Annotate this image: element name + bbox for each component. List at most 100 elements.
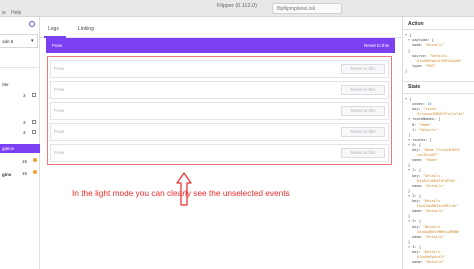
json-key: name: xyxy=(412,183,425,188)
json-line[interactable]: ▾ 2: { xyxy=(408,194,421,198)
json-line: key: "Details- xyxy=(412,199,442,203)
json-key: key: xyxy=(412,224,423,229)
flipper-window: w Help Flipper (0.112.0) flipflipmplaneL… xyxy=(0,0,474,269)
action-section-title: Action xyxy=(408,21,424,27)
reset-to-this-button[interactable]: Reset to this xyxy=(341,127,385,137)
json-line: KlwdHbfpKnfV" xyxy=(417,255,445,259)
json-line[interactable]: ▾ routeNames: [ xyxy=(408,117,440,121)
reset-to-this-button[interactable]: Reset to this xyxy=(341,64,385,74)
annotation-text: In the light mode you can clearly see th… xyxy=(72,188,290,198)
section-label: rter xyxy=(2,82,9,87)
event-row[interactable]: Pose Reset to this xyxy=(50,60,389,78)
json-key: index: xyxy=(412,102,428,107)
json-line: 2dq0pQRhkYWMhLwBRNW" xyxy=(417,230,460,234)
json-value: "Home-7fvJozB1KHf xyxy=(422,148,460,152)
json-value: "Details- xyxy=(422,224,443,229)
json-value: "Home" xyxy=(424,158,438,163)
sidebar-item-label: gins xyxy=(2,172,12,177)
json-key: ▾ { xyxy=(405,97,412,101)
json-value: KlwdHbfpKnfV" xyxy=(417,255,446,260)
json-key: ▾ 1: { xyxy=(408,168,421,173)
title-bar: w Help Flipper (0.112.0) flipflipmplaneL… xyxy=(0,0,474,17)
event-name: Pose xyxy=(54,108,65,113)
json-value: "Details- xyxy=(429,53,449,58)
json-key: ▾ payload: { xyxy=(408,38,434,43)
json-value: "Details" xyxy=(424,183,445,188)
json-key: ▾ 4: { xyxy=(408,244,421,249)
json-line[interactable]: ▾ 4: { xyxy=(408,245,421,249)
json-value: "POP" xyxy=(424,64,436,69)
item-count: 3 xyxy=(23,130,26,135)
selected-event-row[interactable]: Pose Reset to this xyxy=(46,38,395,53)
event-row[interactable]: Pose Reset to this xyxy=(50,102,389,120)
plugin-settings-icon[interactable] xyxy=(29,21,35,27)
item-count: 3 xyxy=(23,93,26,98)
json-key: key: xyxy=(412,199,423,203)
json-line: key: "stack- xyxy=(412,107,438,111)
json-line: } xyxy=(408,49,410,53)
device-select[interactable]: ode 6 ▾ xyxy=(0,34,38,48)
sidebar-item-label: gation xyxy=(2,146,15,151)
json-line: name: "Details" xyxy=(412,43,444,47)
json-key: ▾ 0: { xyxy=(408,142,421,147)
json-line[interactable]: ▾ { xyxy=(405,33,412,37)
checkbox[interactable] xyxy=(32,130,36,134)
json-line[interactable]: ▾ routes: [ xyxy=(408,138,432,142)
json-line: KlwdHbfpKnfVU9vEoAdH" xyxy=(417,59,462,63)
json-line: name: "Details" xyxy=(412,235,444,239)
divider xyxy=(403,81,474,82)
json-value: "Home" xyxy=(418,122,432,127)
json-key: name: xyxy=(412,260,425,265)
reset-to-this-button[interactable]: Reset to this xyxy=(341,85,385,95)
json-line: name: "Details" xyxy=(412,260,444,264)
json-key: name: xyxy=(412,158,425,163)
reset-to-this-button[interactable]: Reset to this xyxy=(341,148,385,158)
sidebar-item-navigation[interactable]: gation xyxy=(0,144,40,153)
tab-linking[interactable]: Linking xyxy=(78,26,94,32)
json-line[interactable]: ▾ 1: { xyxy=(408,168,421,172)
json-line: name: "Details" xyxy=(412,209,444,213)
right-sidebar: Action ▾ {▾ payload: {name: "Details"} so… xyxy=(402,17,474,269)
json-line: key: "Details- xyxy=(412,250,442,254)
json-value: "stack- xyxy=(422,107,438,112)
json-line[interactable]: ▾ payload: { xyxy=(408,38,434,42)
warning-dot-icon xyxy=(33,170,37,174)
menu-help[interactable]: Help xyxy=(11,10,21,16)
json-line: } xyxy=(408,240,410,244)
json-line: } xyxy=(408,189,410,193)
json-key: key: xyxy=(412,173,423,178)
json-line[interactable]: ▾ 0: { xyxy=(408,143,421,147)
reset-to-this-button[interactable]: Reset to this xyxy=(341,106,385,116)
json-value: "Details- xyxy=(422,250,443,254)
json-line: name: "Details" xyxy=(412,184,444,188)
device-search-input[interactable]: flipflipmplaneLisk xyxy=(272,3,342,14)
json-key: key: xyxy=(412,250,423,254)
event-name: Pose xyxy=(54,129,65,134)
json-line[interactable]: ▾ { xyxy=(405,97,412,101)
reset-to-this-button[interactable]: Reset to this xyxy=(364,43,389,48)
event-row[interactable]: Pose Reset to this xyxy=(50,81,389,99)
tab-logs[interactable]: Logs xyxy=(48,26,59,32)
checkbox[interactable] xyxy=(32,120,36,124)
json-value: "Details" xyxy=(424,209,445,214)
json-value: KlwdHbfpKnfVU9vEoAdH" xyxy=(417,59,463,63)
json-key: name: xyxy=(412,234,425,239)
item-count: 16 xyxy=(22,159,28,164)
event-row[interactable]: Pose Reset to this xyxy=(50,123,389,141)
json-line: name: "Home" xyxy=(412,158,438,162)
event-row[interactable]: Pose Reset to this xyxy=(50,144,389,162)
event-name: Pose xyxy=(54,150,65,155)
checkbox[interactable] xyxy=(32,93,36,97)
divider xyxy=(403,93,474,94)
json-value: 14 xyxy=(427,102,432,107)
menu-window[interactable]: w xyxy=(2,10,6,16)
event-name: Pose xyxy=(54,66,65,71)
event-name: Pose xyxy=(52,43,63,48)
device-select-value: ode 6 xyxy=(2,39,14,44)
json-line: key: "Details- xyxy=(412,225,442,229)
json-line[interactable]: ▾ 3: { xyxy=(408,219,421,223)
json-key: ▾ { xyxy=(405,33,412,37)
json-line: source: "Details- xyxy=(412,54,449,58)
json-key: ▾ 3: { xyxy=(408,219,421,224)
json-key: } xyxy=(408,188,411,193)
